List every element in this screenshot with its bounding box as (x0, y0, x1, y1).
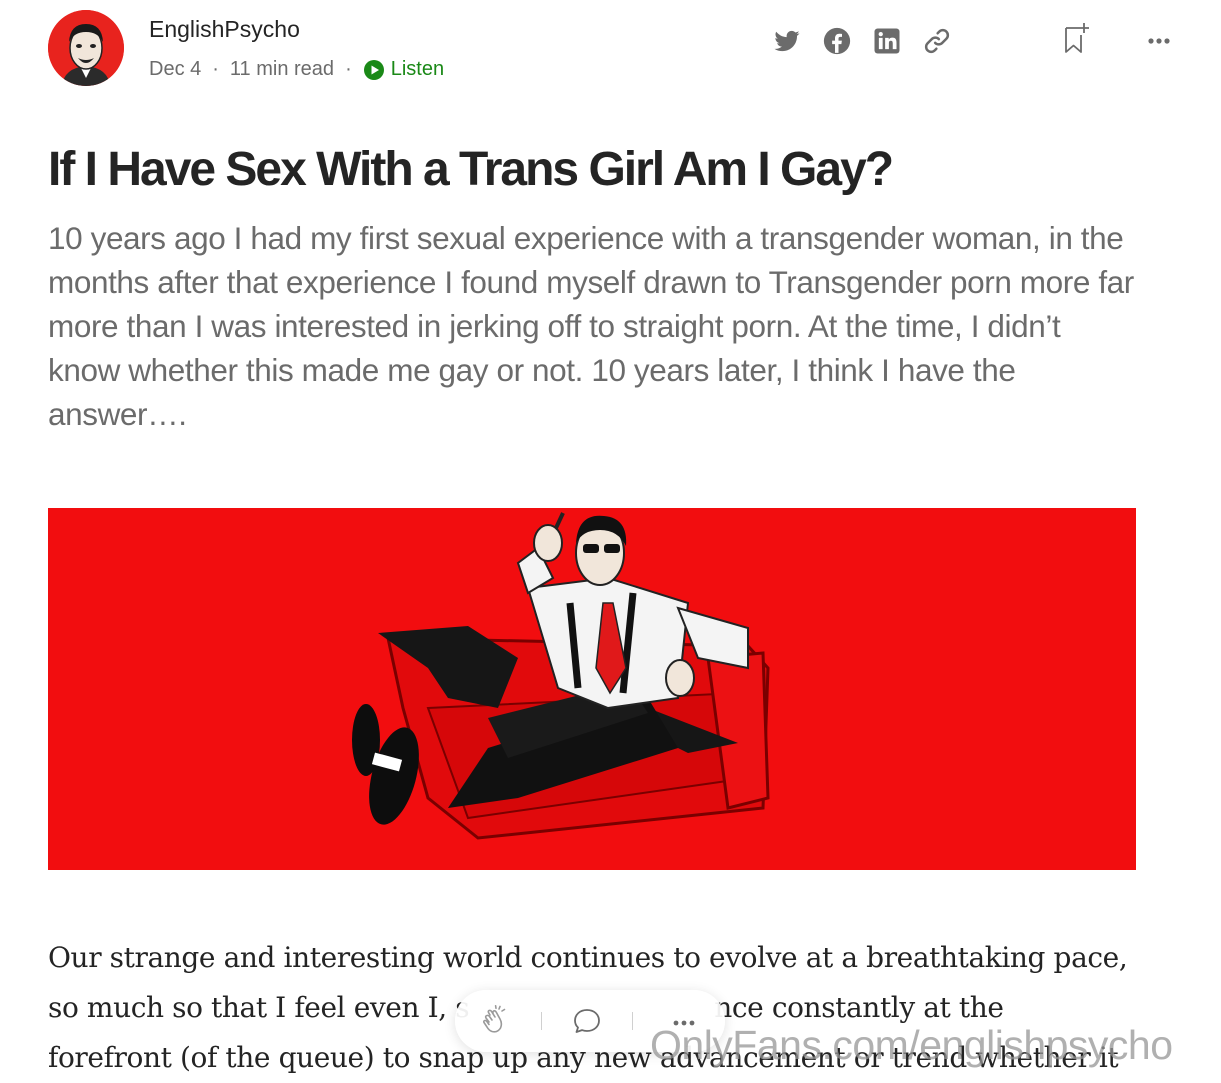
facebook-share-icon[interactable] (822, 26, 852, 56)
body-line-part: nce constantly at the (714, 991, 1004, 1024)
author-name[interactable]: EnglishPsycho (149, 16, 300, 43)
body-line-part: so much so that I feel even I, s (48, 991, 470, 1024)
linkedin-share-icon[interactable] (872, 26, 902, 56)
twitter-share-icon[interactable] (772, 26, 802, 56)
copy-link-icon[interactable] (922, 26, 952, 56)
author-avatar[interactable] (48, 10, 124, 86)
avatar-portrait-icon (48, 10, 124, 86)
share-actions (772, 23, 1170, 58)
watermark-text: OnlyFans.com/englishpsycho (650, 1022, 1173, 1068)
article-header: EnglishPsycho Dec 4 · 11 min read · List… (48, 10, 1170, 90)
listen-label: Listen (390, 58, 445, 80)
read-time: 11 min read (229, 58, 335, 80)
hero-image (48, 508, 1136, 870)
meta-separator: · (212, 58, 219, 80)
more-options-icon[interactable] (1144, 26, 1174, 56)
article-subtitle: 10 years ago I had my first sexual exper… (48, 220, 1134, 432)
publish-date: Dec 4 (149, 58, 202, 80)
article-meta: Dec 4 · 11 min read · Listen (149, 58, 444, 81)
bar-divider (632, 1012, 633, 1030)
body-paragraph-line: Our strange and interesting world contin… (48, 941, 1128, 974)
meta-separator: · (345, 58, 352, 80)
article-title: If I Have Sex With a Trans Girl Am I Gay… (48, 143, 894, 196)
listen-button[interactable]: Listen (363, 58, 444, 81)
play-icon (363, 59, 384, 80)
reclining-man-illustration-icon (48, 508, 1136, 870)
bookmark-add-icon[interactable] (1060, 20, 1092, 56)
bar-divider (541, 1012, 542, 1030)
clap-icon[interactable] (479, 1004, 513, 1038)
comment-icon[interactable] (570, 1004, 604, 1038)
